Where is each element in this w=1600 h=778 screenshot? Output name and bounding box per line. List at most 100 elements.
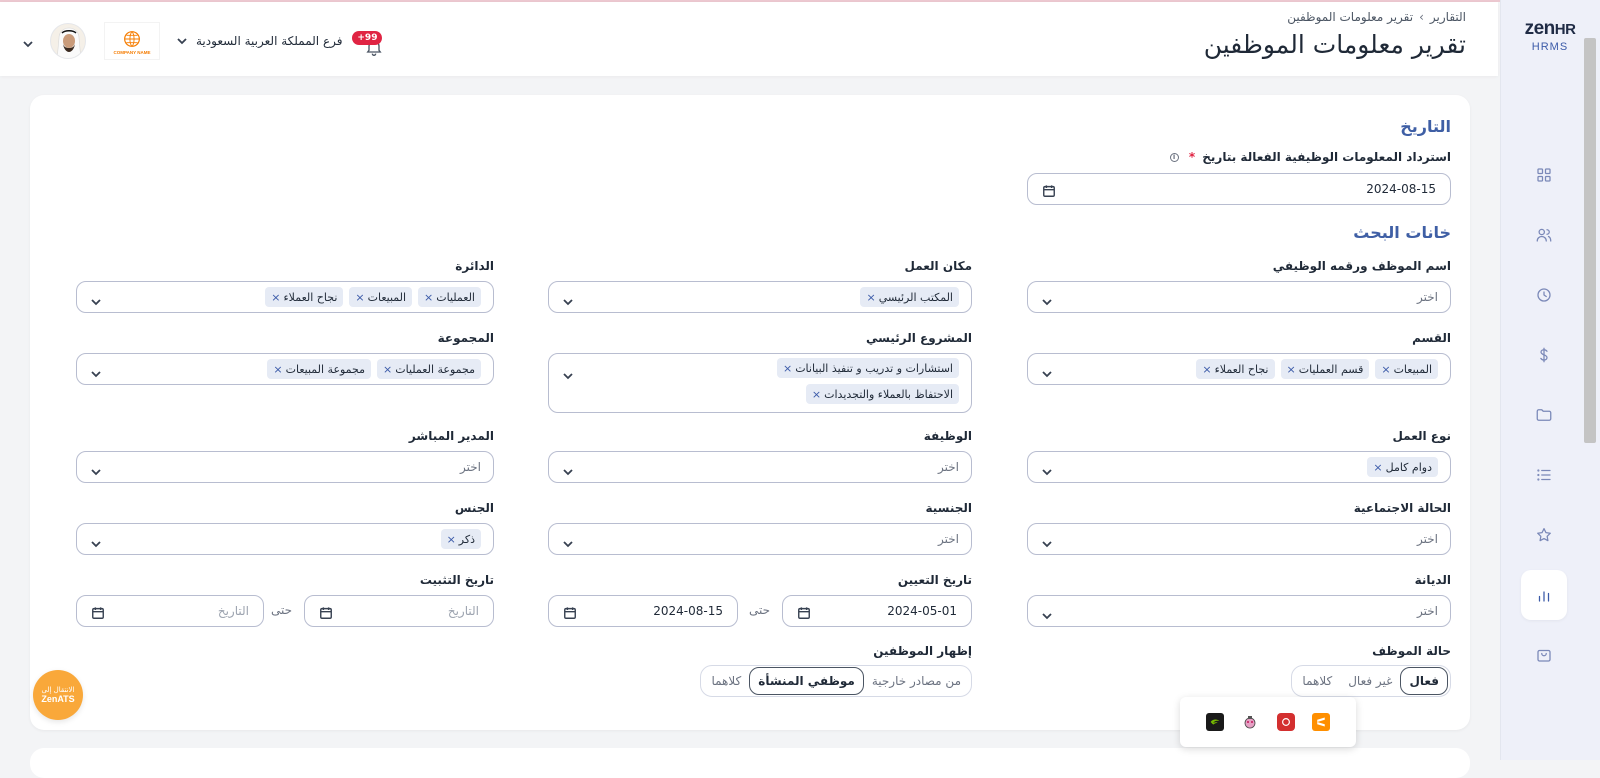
tag-chip: المبيعات × xyxy=(1375,359,1438,379)
directorate-select[interactable]: العمليات × المبيعات × نجاح العملاء × xyxy=(76,281,494,313)
chevron-down-icon xyxy=(563,366,573,380)
sidebar-item-performance[interactable] xyxy=(1521,510,1567,560)
sidebar-item-payroll[interactable] xyxy=(1521,330,1567,380)
main-project-label: المشروع الرئيسي xyxy=(865,331,972,345)
tag-chip: ذكر × xyxy=(440,529,481,549)
notification-count-badge: +99 xyxy=(352,31,383,45)
zenats-button[interactable]: الانتقال إلى ZenATS xyxy=(33,670,83,720)
tag-chip: دوام كامل × xyxy=(1367,457,1438,477)
calendar-icon xyxy=(1042,183,1056,197)
show-both-option[interactable]: كلاهما xyxy=(703,667,749,695)
chevron-down-icon xyxy=(91,462,101,476)
main-project-select[interactable]: استشارات و تدريب و تنفيذ البيانات × الاحت… xyxy=(548,353,972,413)
department-select[interactable]: المبيعات × قسم العمليات × نجاح العملاء × xyxy=(1027,353,1451,385)
page-header: التقارير › تقرير معلومات الموظفين تقرير … xyxy=(0,2,1498,76)
breadcrumb-separator-icon: › xyxy=(1419,10,1424,24)
show-outsourced-option[interactable]: من مصادر خارجية xyxy=(864,667,969,695)
gender-select[interactable]: ذكر × xyxy=(76,523,494,555)
branch-selector[interactable]: فرع المملكة العربية السعودية xyxy=(176,34,342,48)
nvidia-icon[interactable] xyxy=(1205,713,1224,731)
remove-tag-icon[interactable]: × xyxy=(447,533,456,546)
page-scrollbar[interactable] xyxy=(1584,38,1596,443)
status-inactive-option[interactable]: غير فعال xyxy=(1340,667,1400,695)
folder-icon xyxy=(1536,409,1552,421)
company-logo-text: COMPANY NAME xyxy=(113,49,151,55)
show-company-employees-option[interactable]: موظفي المنشأة xyxy=(749,667,864,695)
user-avatar-icon xyxy=(51,24,85,58)
branch-chevron-icon xyxy=(176,35,188,47)
chevron-down-icon xyxy=(91,292,101,306)
manager-select[interactable]: اختر xyxy=(76,451,494,483)
chevron-down-icon xyxy=(563,292,573,306)
date-section-title: التاريخ xyxy=(1400,117,1451,136)
marital-status-select[interactable]: اختر xyxy=(1027,523,1451,555)
remove-tag-icon[interactable]: × xyxy=(783,362,792,375)
remove-tag-icon[interactable]: × xyxy=(1373,461,1382,474)
confirmation-date-to-input[interactable]: التاريخ xyxy=(76,595,264,627)
notifications-button[interactable]: +99 xyxy=(352,27,384,56)
results-card xyxy=(30,748,1470,778)
group-label: المجموعة xyxy=(437,331,494,345)
avatar[interactable] xyxy=(50,23,86,59)
employee-select[interactable]: اختر xyxy=(1027,281,1451,313)
status-active-option[interactable]: فعال xyxy=(1400,667,1448,695)
hire-date-from-input[interactable]: 2024-05-01 xyxy=(782,595,972,627)
tag-chip: مجموعة العمليات × xyxy=(377,359,481,379)
sidebar-item-store[interactable] xyxy=(1521,630,1567,680)
workplace-label: مكان العمل xyxy=(904,259,972,273)
workplace-select[interactable]: المكتب الرئيسي × xyxy=(548,281,972,313)
remove-tag-icon[interactable]: × xyxy=(271,291,280,304)
company-logo[interactable]: COMPANY NAME xyxy=(104,22,160,60)
info-icon[interactable]: i xyxy=(1169,153,1179,162)
job-select[interactable]: اختر xyxy=(548,451,972,483)
status-both-option[interactable]: كلاهما xyxy=(1294,667,1340,695)
remove-tag-icon[interactable]: × xyxy=(273,363,282,376)
logo-hr-text: HR xyxy=(1554,21,1576,38)
group-select[interactable]: مجموعة العمليات × مجموعة المبيعات × xyxy=(76,353,494,385)
religion-select[interactable]: اختر xyxy=(1027,595,1451,627)
work-type-select[interactable]: دوام كامل × xyxy=(1027,451,1451,483)
remove-tag-icon[interactable]: × xyxy=(424,291,433,304)
chevron-down-icon xyxy=(1042,534,1052,548)
tag-chip: مجموعة المبيعات × xyxy=(267,359,372,379)
sidebar-item-dashboard[interactable] xyxy=(1521,150,1567,200)
remove-tag-icon[interactable]: × xyxy=(1287,363,1296,376)
chevron-down-icon xyxy=(91,534,101,548)
hire-date-label: تاريخ التعيين xyxy=(897,573,972,587)
logo-text: zen xyxy=(1524,18,1556,39)
job-label: الوظيفة xyxy=(923,429,972,443)
calendar-icon xyxy=(319,605,333,619)
user-menu-chevron-icon[interactable] xyxy=(22,35,34,48)
list-icon xyxy=(1537,469,1551,481)
game-controller-icon[interactable] xyxy=(1241,713,1259,731)
sublime-icon[interactable] xyxy=(1312,713,1331,731)
remove-tag-icon[interactable]: × xyxy=(1381,363,1390,376)
show-employees-toggle: من مصادر خارجية موظفي المنشأة كلاهما xyxy=(700,665,972,697)
branch-name: فرع المملكة العربية السعودية xyxy=(196,34,343,48)
sidebar-item-reports[interactable] xyxy=(1521,570,1567,620)
chevron-down-icon xyxy=(1042,606,1052,620)
remove-tag-icon[interactable]: × xyxy=(866,291,875,304)
remove-tag-icon[interactable]: × xyxy=(1202,363,1211,376)
employee-status-label: حالة الموظف xyxy=(1372,644,1451,658)
sidebar-item-documents[interactable] xyxy=(1521,390,1567,440)
tag-chip: المبيعات × xyxy=(349,287,413,307)
range-until-label: حتى xyxy=(270,603,292,617)
sidebar: zenHR HRMS xyxy=(1500,0,1600,760)
breadcrumb-current: تقرير معلومات الموظفين xyxy=(1287,10,1414,24)
remove-tag-icon[interactable]: × xyxy=(812,388,821,401)
sidebar-item-attendance[interactable] xyxy=(1521,270,1567,320)
header-controls: COMPANY NAME فرع المملكة العربية السعودي… xyxy=(22,22,384,60)
breadcrumb-reports-link[interactable]: التقارير xyxy=(1430,10,1466,24)
sidebar-item-employees[interactable] xyxy=(1521,210,1567,260)
nationality-select[interactable]: اختر xyxy=(548,523,972,555)
hire-date-to-input[interactable]: 2024-08-15 xyxy=(548,595,738,627)
remove-tag-icon[interactable]: × xyxy=(355,291,364,304)
red-app-icon[interactable] xyxy=(1276,713,1295,731)
chevron-down-icon xyxy=(91,364,101,378)
sidebar-item-lists[interactable] xyxy=(1521,450,1567,500)
confirmation-date-from-input[interactable]: التاريخ xyxy=(304,595,494,627)
remove-tag-icon[interactable]: × xyxy=(383,363,392,376)
nationality-label: الجنسية xyxy=(925,501,972,515)
effective-date-input[interactable]: 2024-08-15 xyxy=(1027,173,1451,205)
